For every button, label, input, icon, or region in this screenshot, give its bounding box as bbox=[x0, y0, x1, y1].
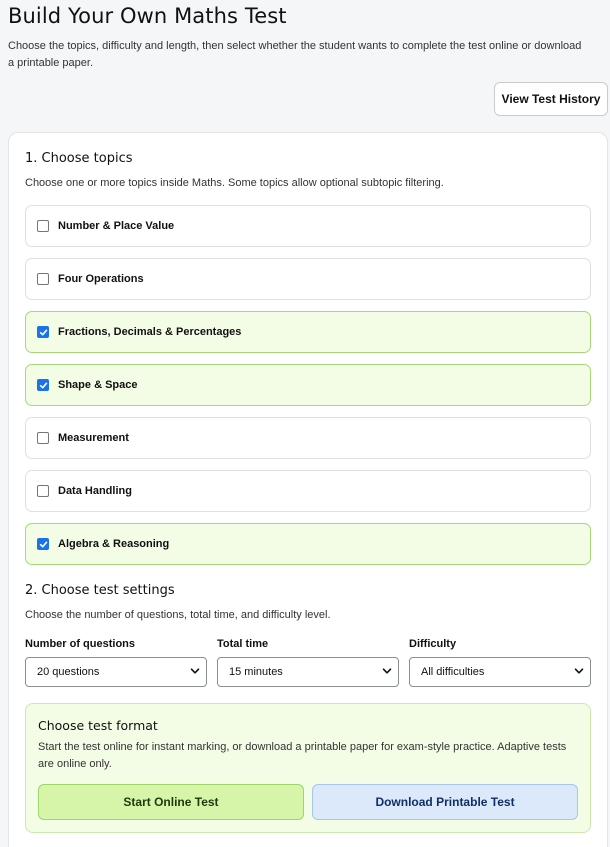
time-select-value: 15 minutes bbox=[229, 666, 283, 678]
chevron-down-icon bbox=[574, 666, 584, 679]
start-online-test-button[interactable]: Start Online Test bbox=[38, 784, 304, 820]
settings-section-description: Choose the number of questions, total ti… bbox=[25, 609, 331, 621]
topics-section-title: 1. Choose topics bbox=[25, 151, 133, 166]
topic-label: Shape & Space bbox=[58, 379, 138, 391]
settings-section-title: 2. Choose test settings bbox=[25, 583, 175, 598]
topic-label: Data Handling bbox=[58, 485, 132, 497]
checkbox[interactable] bbox=[37, 220, 49, 232]
topic-item-shape-space[interactable]: Shape & Space bbox=[25, 364, 591, 406]
checkbox[interactable] bbox=[37, 432, 49, 444]
topic-item-fractions-decimals-percentages[interactable]: Fractions, Decimals & Percentages bbox=[25, 311, 591, 353]
questions-label: Number of questions bbox=[25, 638, 136, 650]
questions-select[interactable]: 20 questions bbox=[25, 657, 207, 687]
difficulty-label: Difficulty bbox=[409, 638, 457, 650]
checkbox[interactable] bbox=[37, 326, 49, 338]
format-section-title: Choose test format bbox=[38, 718, 158, 733]
topic-item-four-operations[interactable]: Four Operations bbox=[25, 258, 591, 300]
checkbox[interactable] bbox=[37, 273, 49, 285]
topic-item-measurement[interactable]: Measurement bbox=[25, 417, 591, 459]
topic-label: Measurement bbox=[58, 432, 129, 444]
page-title: Build Your Own Maths Test bbox=[8, 4, 287, 28]
topic-label: Four Operations bbox=[58, 273, 144, 285]
checkbox[interactable] bbox=[37, 538, 49, 550]
topic-item-data-handling[interactable]: Data Handling bbox=[25, 470, 591, 512]
checkbox[interactable] bbox=[37, 485, 49, 497]
format-section-description: Start the test online for instant markin… bbox=[38, 741, 567, 770]
checkbox[interactable] bbox=[37, 379, 49, 391]
topic-item-algebra-reasoning[interactable]: Algebra & Reasoning bbox=[25, 523, 591, 565]
topic-list: Number & Place Value Four Operations Fra… bbox=[25, 205, 591, 576]
difficulty-select-value: All difficulties bbox=[421, 666, 485, 678]
check-icon bbox=[39, 381, 48, 390]
time-label: Total time bbox=[217, 638, 269, 650]
chevron-down-icon bbox=[190, 666, 200, 679]
questions-select-value: 20 questions bbox=[37, 666, 100, 678]
difficulty-select[interactable]: All difficulties bbox=[409, 657, 591, 687]
topic-label: Number & Place Value bbox=[58, 220, 175, 232]
check-icon bbox=[39, 328, 48, 337]
page-description: Choose the topics, difficulty and length… bbox=[8, 40, 582, 69]
test-format-panel: Choose test format Start the test online… bbox=[25, 703, 591, 833]
chevron-down-icon bbox=[382, 666, 392, 679]
view-test-history-button[interactable]: View Test History bbox=[494, 82, 608, 116]
topics-section-description: Choose one or more topics inside Maths. … bbox=[25, 177, 444, 189]
topic-label: Algebra & Reasoning bbox=[58, 538, 170, 550]
topic-label: Fractions, Decimals & Percentages bbox=[58, 326, 242, 338]
download-printable-test-button[interactable]: Download Printable Test bbox=[312, 784, 578, 820]
time-select[interactable]: 15 minutes bbox=[217, 657, 399, 687]
topic-item-number-place-value[interactable]: Number & Place Value bbox=[25, 205, 591, 247]
check-icon bbox=[39, 540, 48, 549]
